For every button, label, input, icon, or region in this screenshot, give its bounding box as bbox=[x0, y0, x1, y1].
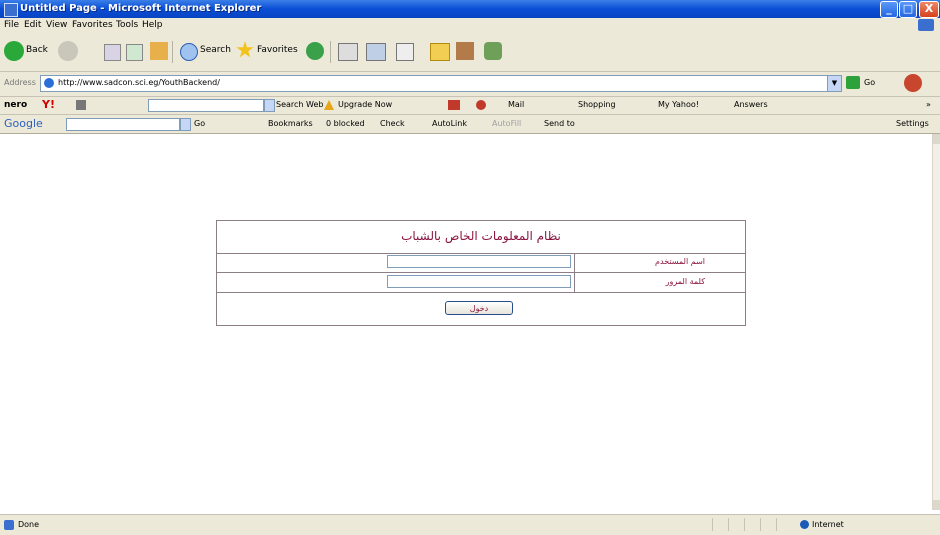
minimize-button[interactable]: _ bbox=[880, 1, 898, 18]
toolbar-overflow-icon[interactable]: » bbox=[926, 100, 931, 109]
username-label: اسم المستخدم bbox=[655, 257, 705, 266]
menu-file[interactable]: File bbox=[4, 20, 19, 30]
window-title-bar[interactable]: Untitled Page - Microsoft Internet Explo… bbox=[0, 0, 940, 18]
password-label: كلمة المرور bbox=[665, 277, 705, 286]
search-icon[interactable] bbox=[180, 43, 198, 61]
yahoo-search-input[interactable] bbox=[148, 99, 264, 112]
menu-edit[interactable]: Edit bbox=[24, 20, 41, 30]
window-title: Untitled Page - Microsoft Internet Explo… bbox=[20, 3, 262, 14]
yahoo-toolbar: nero Y! Search Web Upgrade Now Mail Shop… bbox=[0, 97, 940, 115]
internet-globe-icon bbox=[800, 520, 809, 529]
print-icon[interactable] bbox=[366, 43, 386, 61]
google-search-dropdown-icon[interactable] bbox=[180, 118, 191, 131]
google-search-input[interactable] bbox=[66, 118, 180, 131]
spellcheck-button[interactable]: Check bbox=[380, 119, 405, 128]
security-zone-label: Internet bbox=[812, 520, 844, 529]
yahoo-logo[interactable]: Y! bbox=[42, 98, 55, 111]
messenger-icon[interactable] bbox=[484, 42, 502, 60]
submit-row: دخول bbox=[217, 293, 745, 325]
google-settings-button[interactable]: Settings bbox=[896, 119, 929, 128]
forward-arrow-icon[interactable] bbox=[58, 41, 78, 61]
autofill-button[interactable]: AutoFill bbox=[492, 119, 521, 128]
mail-icon[interactable] bbox=[338, 43, 358, 61]
autolink-button[interactable]: AutoLink bbox=[432, 119, 467, 128]
status-pane bbox=[744, 518, 759, 531]
password-label-cell: كلمة المرور bbox=[574, 273, 745, 292]
menu-tools[interactable]: Tools bbox=[116, 20, 138, 30]
page-icon bbox=[44, 78, 54, 88]
translate-icon[interactable] bbox=[904, 74, 922, 92]
vertical-scrollbar[interactable] bbox=[932, 134, 940, 510]
password-input[interactable] bbox=[387, 275, 571, 288]
google-toolbar: Google Go Bookmarks 0 blocked Check Auto… bbox=[0, 115, 940, 134]
yahoo-answers-button[interactable]: Answers bbox=[734, 100, 768, 109]
yahoo-mail-button[interactable]: Mail bbox=[508, 100, 524, 109]
close-button[interactable]: X bbox=[919, 1, 939, 18]
edit-icon[interactable] bbox=[396, 43, 414, 61]
google-go-button[interactable]: Go bbox=[194, 119, 205, 128]
refresh-icon[interactable] bbox=[126, 44, 143, 61]
my-yahoo-button[interactable]: My Yahoo! bbox=[658, 100, 699, 109]
folder-icon[interactable] bbox=[430, 43, 450, 61]
login-form-table: نظام المعلومات الخاص بالشباب اسم المستخد… bbox=[216, 220, 746, 326]
maximize-button[interactable]: □ bbox=[899, 1, 917, 18]
warning-icon bbox=[324, 100, 334, 110]
login-title-row: نظام المعلومات الخاص بالشباب bbox=[217, 221, 745, 254]
address-dropdown-icon[interactable]: ▼ bbox=[827, 76, 841, 91]
username-input[interactable] bbox=[387, 255, 571, 268]
popup-blocker-button[interactable]: 0 blocked bbox=[326, 119, 365, 128]
research-icon[interactable] bbox=[456, 42, 474, 60]
history-icon[interactable] bbox=[306, 42, 324, 60]
nero-logo[interactable]: nero bbox=[4, 100, 27, 110]
radio-icon[interactable] bbox=[476, 100, 486, 110]
menu-view[interactable]: View bbox=[46, 20, 67, 30]
username-label-cell: اسم المستخدم bbox=[574, 253, 745, 272]
status-bar: Done Internet bbox=[0, 514, 940, 535]
back-arrow-icon[interactable] bbox=[4, 41, 24, 61]
favorites-star-icon[interactable] bbox=[236, 41, 254, 58]
go-arrow-icon[interactable] bbox=[846, 76, 860, 89]
google-logo[interactable]: Google bbox=[4, 117, 43, 130]
standard-toolbar: Back Search Favorites bbox=[0, 33, 940, 72]
search-web-button[interactable]: Search Web bbox=[276, 100, 323, 109]
page-content: نظام المعلومات الخاص بالشباب اسم المستخد… bbox=[0, 134, 932, 510]
login-button[interactable]: دخول bbox=[445, 301, 513, 315]
username-row: اسم المستخدم bbox=[217, 253, 745, 273]
menu-help[interactable]: Help bbox=[142, 20, 163, 30]
menu-favorites[interactable]: Favorites bbox=[72, 20, 113, 30]
status-pane bbox=[728, 518, 743, 531]
address-label: Address bbox=[4, 78, 36, 87]
address-field[interactable]: http://www.sadcon.sci.eg/YouthBackend/ ▼ bbox=[40, 75, 842, 92]
ie-app-icon bbox=[4, 3, 18, 17]
scroll-up-arrow-icon[interactable] bbox=[933, 134, 940, 144]
favorites-label[interactable]: Favorites bbox=[257, 45, 298, 55]
address-url[interactable]: http://www.sadcon.sci.eg/YouthBackend/ bbox=[58, 78, 220, 87]
page-done-icon bbox=[4, 520, 14, 530]
stop-icon[interactable] bbox=[104, 44, 121, 61]
bookmarks-button[interactable]: Bookmarks bbox=[268, 119, 313, 128]
menu-bar: File Edit View Favorites Tools Help bbox=[0, 18, 940, 34]
status-pane bbox=[712, 518, 727, 531]
send-to-button[interactable]: Send to bbox=[544, 119, 575, 128]
scroll-down-arrow-icon[interactable] bbox=[933, 500, 940, 510]
status-text: Done bbox=[18, 520, 40, 529]
windows-logo-icon bbox=[918, 19, 934, 31]
address-bar: Address http://www.sadcon.sci.eg/YouthBa… bbox=[0, 72, 940, 97]
search-label[interactable]: Search bbox=[200, 45, 231, 55]
home-icon[interactable] bbox=[150, 42, 168, 60]
go-button[interactable]: Go bbox=[864, 78, 875, 87]
back-label[interactable]: Back bbox=[26, 45, 48, 55]
yahoo-shopping-button[interactable]: Shopping bbox=[578, 100, 616, 109]
pencil-icon[interactable] bbox=[76, 100, 86, 110]
system-title: نظام المعلومات الخاص بالشباب bbox=[401, 229, 561, 243]
status-pane bbox=[776, 518, 791, 531]
upgrade-now-button[interactable]: Upgrade Now bbox=[338, 100, 392, 109]
yahoo-search-dropdown-icon[interactable] bbox=[264, 99, 275, 112]
status-pane bbox=[760, 518, 775, 531]
news-icon[interactable] bbox=[448, 100, 460, 110]
password-row: كلمة المرور bbox=[217, 273, 745, 293]
